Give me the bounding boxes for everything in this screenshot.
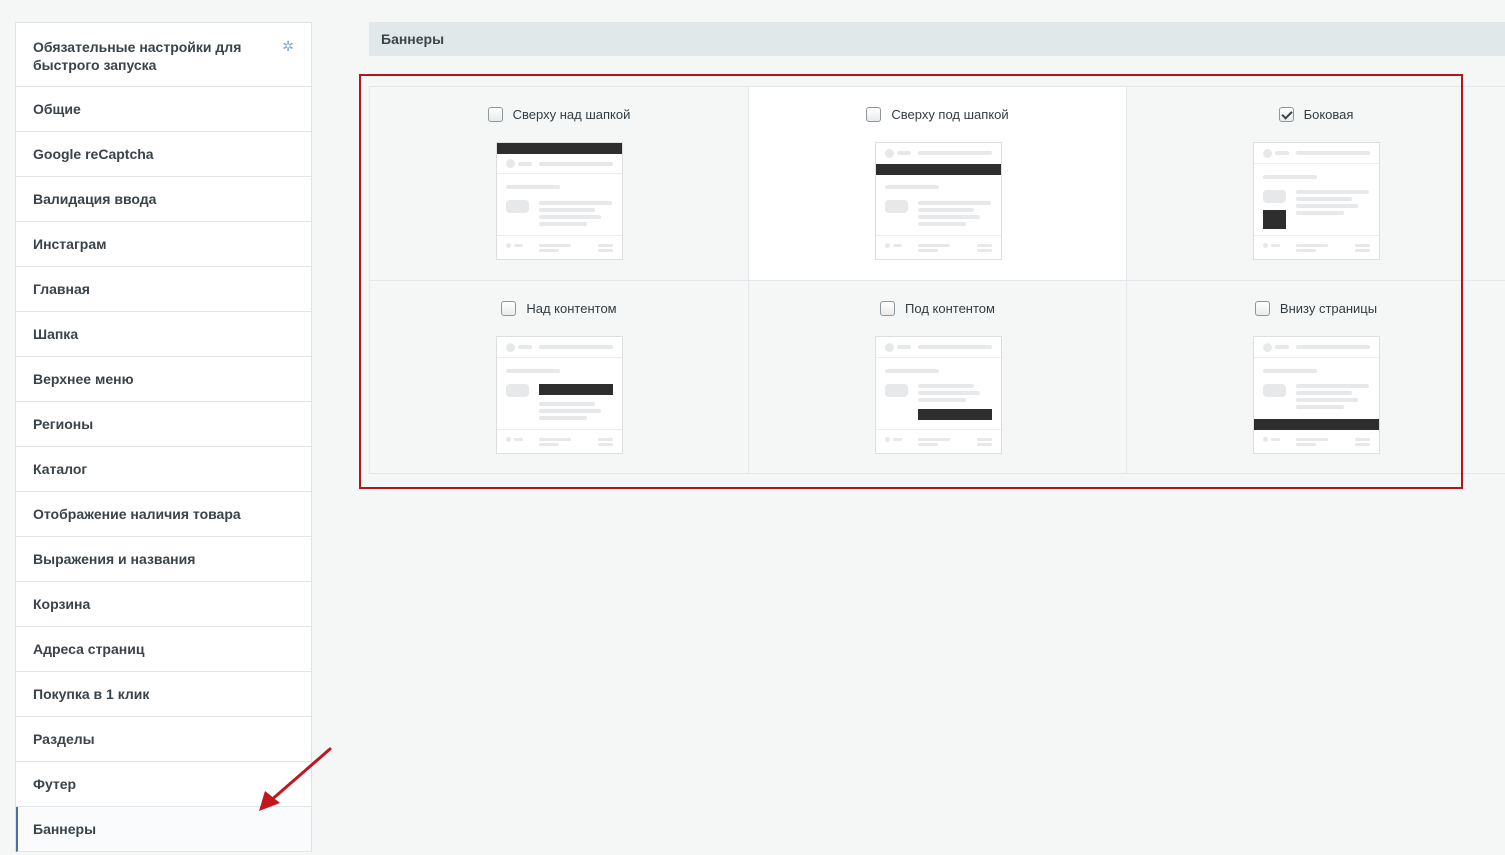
option-label: Внизу страницы [1279, 301, 1378, 316]
option-label: Сверху под шапкой [891, 107, 1009, 122]
layout-preview-above-content [496, 336, 623, 454]
sidebar-item-regions[interactable]: Регионы [16, 402, 311, 447]
option-label: Над контентом [526, 301, 617, 316]
sidebar-item-label: Общие [33, 101, 81, 117]
layout-preview-below-content [874, 336, 1002, 454]
sidebar-item-label: Баннеры [33, 821, 97, 837]
sidebar-item-page-urls[interactable]: Адреса страниц [16, 627, 311, 672]
sidebar-item-label: Покупка в 1 клик [33, 686, 150, 702]
sidebar-item-label: Шапка [33, 326, 79, 342]
checkbox[interactable] [501, 301, 517, 316]
sidebar-item-catalog[interactable]: Каталог [16, 447, 311, 492]
option-card-below-content: Под контентом [748, 280, 1126, 474]
option-above-content[interactable]: Над контентом [370, 301, 748, 316]
sidebar-item-label: Выражения и названия [33, 551, 196, 567]
option-top-above-header[interactable]: Сверху над шапкой [370, 107, 748, 122]
sidebar-item-cart[interactable]: Корзина [16, 582, 311, 627]
sidebar-item-label: Корзина [33, 596, 91, 612]
checkbox[interactable] [1254, 301, 1270, 316]
star-icon: ✲ [282, 38, 294, 54]
sidebar-item-one-click[interactable]: Покупка в 1 клик [16, 672, 311, 717]
sidebar-item-label: Каталог [33, 461, 88, 477]
sidebar-item-home[interactable]: Главная [16, 267, 311, 312]
sidebar-item-label: Футер [33, 776, 77, 792]
sidebar-item-label: Инстаграм [33, 236, 107, 252]
option-label: Сверху над шапкой [512, 107, 631, 122]
option-card-above-content: Над контентом [369, 280, 748, 474]
sidebar-item-label: Регионы [33, 416, 94, 432]
layout-preview-side [1253, 142, 1380, 260]
layout-preview-top-below-header [874, 142, 1002, 260]
sidebar-item-label: Адреса страниц [33, 641, 145, 657]
option-side[interactable]: Боковая [1127, 107, 1505, 122]
sidebar-item-instagram[interactable]: Инстаграм [16, 222, 311, 267]
checkbox[interactable] [866, 107, 882, 122]
checkbox[interactable] [880, 301, 896, 316]
option-top-below-header[interactable]: Сверху под шапкой [749, 107, 1126, 122]
option-card-page-bottom: Внизу страницы [1126, 280, 1505, 474]
sidebar-item-label: Валидация ввода [33, 191, 157, 207]
sidebar-item-top-menu[interactable]: Верхнее меню [16, 357, 311, 402]
checkbox[interactable] [487, 107, 503, 122]
sidebar-item-label: Разделы [33, 731, 95, 747]
sidebar-item-phrases[interactable]: Выражения и названия [16, 537, 311, 582]
option-card-side: Боковая [1126, 86, 1505, 280]
layout-preview-top-above-header [496, 142, 623, 260]
option-page-bottom[interactable]: Внизу страницы [1127, 301, 1505, 316]
sidebar-item-general[interactable]: Общие [16, 87, 311, 132]
annotation-arrow-icon [259, 747, 332, 811]
sidebar-item-label: Отображение наличия товара [33, 506, 241, 522]
sidebar-item-header[interactable]: Шапка [16, 312, 311, 357]
sidebar-item-label: Верхнее меню [33, 371, 134, 387]
layout-preview-page-bottom [1253, 336, 1380, 454]
sidebar-item-label: Google reCaptcha [33, 146, 154, 162]
option-label: Под контентом [905, 301, 995, 316]
sidebar-item-input-validation[interactable]: Валидация ввода [16, 177, 311, 222]
sidebar-item-recaptcha[interactable]: Google reCaptcha [16, 132, 311, 177]
sidebar-item-stock-display[interactable]: Отображение наличия товара [16, 492, 311, 537]
settings-sidebar: Обязательные настройки для быстрого запу… [15, 22, 312, 852]
sidebar-item-label: Главная [33, 281, 90, 297]
option-card-top-below-header: Сверху под шапкой [748, 86, 1126, 280]
section-header: Баннеры [369, 22, 1505, 56]
option-label: Боковая [1303, 107, 1354, 122]
sidebar-item-label: Обязательные настройки для быстрого запу… [33, 39, 242, 73]
option-below-content[interactable]: Под контентом [749, 301, 1126, 316]
sidebar-item-quick-start[interactable]: Обязательные настройки для быстрого запу… [16, 23, 311, 87]
checkbox-checked[interactable] [1278, 107, 1294, 122]
option-card-top-above-header: Сверху над шапкой [369, 86, 748, 280]
page-title: Баннеры [381, 31, 445, 47]
banner-position-options: Сверху над шапкой Сверху под шапкой Боко… [369, 86, 1505, 474]
